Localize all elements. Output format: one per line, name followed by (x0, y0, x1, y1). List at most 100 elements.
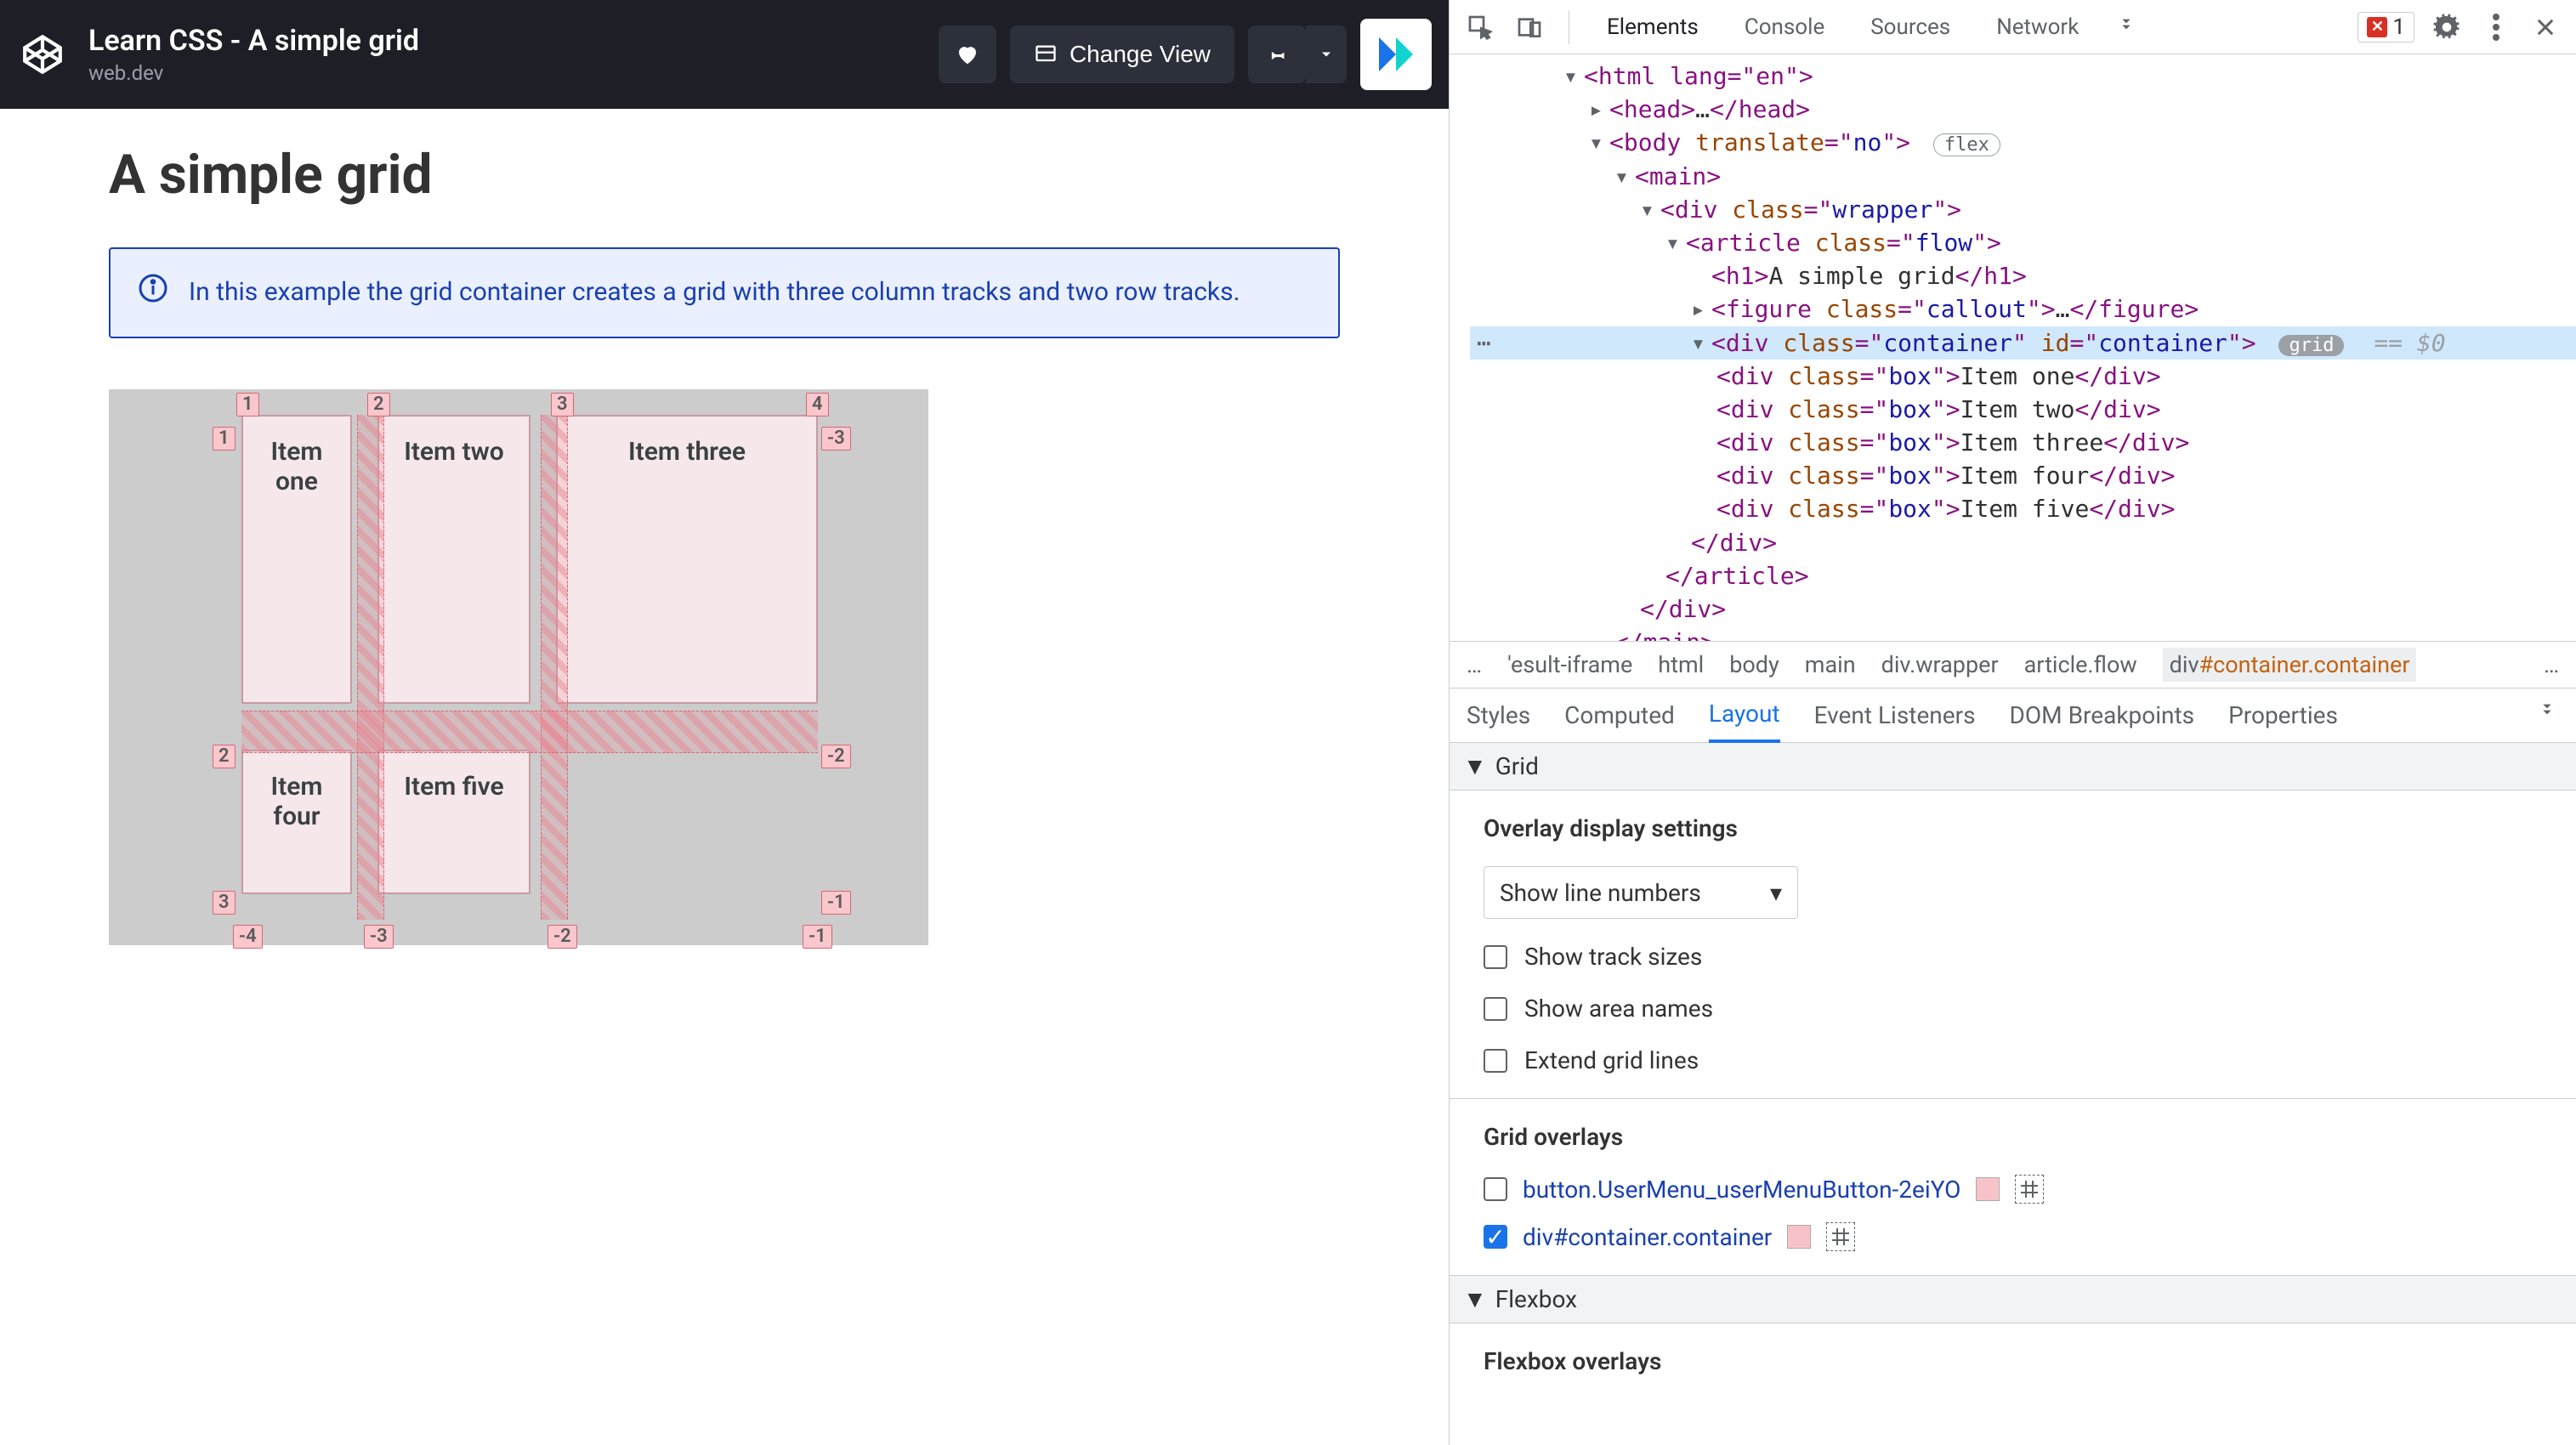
section-header-flexbox[interactable]: ▼ Flexbox (1450, 1276, 2576, 1323)
breadcrumb-more-right[interactable]: … (2544, 651, 2559, 678)
tab-elements[interactable]: Elements (1592, 0, 1714, 54)
grid-item: Item one (241, 415, 352, 704)
grid-line-label: -2 (548, 925, 577, 949)
pin-button[interactable] (1248, 26, 1306, 83)
rendered-page: A simple grid In this example the grid c… (0, 109, 1449, 1445)
grid-toggle-icon[interactable] (2015, 1175, 2044, 1204)
tab-event-listeners[interactable]: Event Listeners (1814, 688, 1976, 743)
info-icon (138, 273, 168, 303)
checkbox-track-sizes[interactable] (1484, 945, 1507, 969)
dom-node[interactable]: <div (1716, 495, 1788, 523)
overlay-name[interactable]: div#container.container (1523, 1223, 1772, 1251)
devtools-panel: Elements Console Sources Network ✕ 1 (1449, 0, 2576, 1445)
tabs-overflow-icon[interactable] (2535, 700, 2559, 730)
pin-dropdown-button[interactable] (1306, 26, 1347, 83)
tab-dom-breakpoints[interactable]: DOM Breakpoints (2010, 688, 2195, 743)
checkbox-label: Show track sizes (1524, 943, 1702, 971)
tab-network[interactable]: Network (1981, 0, 2094, 54)
breadcrumb-item[interactable]: div.wrapper (1881, 651, 1999, 678)
close-icon[interactable] (2528, 10, 2562, 44)
breadcrumb-item[interactable]: body (1729, 651, 1779, 678)
dom-node-selected[interactable]: ▾<div class="container" id="container"> … (1470, 326, 2576, 360)
dom-node-end[interactable]: </main> (1614, 628, 1715, 641)
grid-gap-overlay (241, 711, 818, 753)
tab-layout[interactable]: Layout (1709, 688, 1780, 743)
grid-line-label: 2 (213, 745, 235, 768)
tab-styles[interactable]: Styles (1467, 688, 1530, 743)
codepen-header: Learn CSS - A simple grid web.dev Change… (0, 0, 1449, 109)
grid-toggle-icon[interactable] (1826, 1222, 1855, 1251)
grid-line-label: 2 (367, 393, 390, 416)
inspect-icon[interactable] (1463, 10, 1497, 44)
line-numbers-dropdown[interactable]: Show line numbers ▾ (1484, 866, 1798, 919)
gear-icon[interactable] (2430, 10, 2464, 44)
grid-item: Item five (377, 750, 531, 894)
dom-node[interactable]: <div (1716, 362, 1788, 390)
flex-badge[interactable]: flex (1933, 133, 2000, 156)
dom-node[interactable]: <main> (1635, 162, 1721, 190)
dom-node[interactable]: <figure (1711, 295, 1826, 323)
error-x-icon: ✕ (2367, 17, 2387, 37)
external-app-button[interactable] (1360, 19, 1432, 90)
grid-item: Item three (556, 415, 818, 704)
kebab-icon[interactable] (2479, 10, 2513, 44)
dom-tree[interactable]: ▾<html lang="en"> ▸<head>…</head> ▾<body… (1450, 54, 2576, 641)
tab-computed[interactable]: Computed (1564, 688, 1675, 743)
tab-properties[interactable]: Properties (2228, 688, 2338, 743)
breadcrumb-item-active[interactable]: div#container.container (2163, 648, 2417, 682)
grid-gap-overlay (357, 415, 384, 920)
grid-line-label: -4 (233, 925, 263, 949)
tab-sources[interactable]: Sources (1855, 0, 1966, 54)
color-swatch[interactable] (1976, 1177, 2000, 1201)
dom-node[interactable]: <html lang="en"> (1584, 62, 1813, 90)
breadcrumb-item[interactable]: article.flow (2024, 651, 2137, 678)
change-view-label: Change View (1070, 41, 1211, 68)
chevron-down-icon: ▼ (1463, 1285, 1487, 1313)
color-swatch[interactable] (1787, 1225, 1811, 1249)
dom-node[interactable]: <div (1716, 395, 1788, 423)
pen-author[interactable]: web.dev (88, 61, 939, 85)
dom-node[interactable]: <div (1716, 428, 1788, 456)
grid-overlays-title: Grid overlays (1484, 1123, 2542, 1151)
grid-overlays-body: Grid overlays button.UserMenu_userMenuBu… (1450, 1099, 2576, 1275)
dom-node[interactable]: <h1> (1711, 262, 1768, 290)
grid-line-label: 1 (213, 427, 235, 450)
grid-badge[interactable]: grid (2278, 335, 2344, 356)
dom-node-end[interactable]: </div> (1640, 595, 1726, 623)
grid-line-label: -2 (821, 745, 851, 768)
grid-section-body: Overlay display settings Show line numbe… (1450, 790, 2576, 1098)
pen-title: Learn CSS - A simple grid (88, 24, 939, 58)
overlay-name[interactable]: button.UserMenu_userMenuButton-2eiYO (1523, 1176, 1960, 1204)
callout: In this example the grid container creat… (109, 247, 1340, 338)
breadcrumb-more[interactable]: … (1467, 651, 1482, 678)
section-header-grid[interactable]: ▼ Grid (1450, 743, 2576, 790)
device-toggle-icon[interactable] (1512, 10, 1546, 44)
dom-node[interactable]: <article (1686, 229, 1815, 257)
dom-node[interactable]: <div (1660, 196, 1732, 224)
overlay-settings-title: Overlay display settings (1484, 814, 2542, 842)
codepen-logo[interactable] (17, 29, 68, 80)
eq-dollar-zero: == $0 (2374, 329, 2445, 357)
overlay-row: ✓ div#container.container (1484, 1222, 2542, 1251)
dom-node[interactable]: <div (1716, 462, 1788, 490)
tab-console[interactable]: Console (1729, 0, 1840, 54)
tabs-overflow-icon[interactable] (2109, 10, 2143, 44)
dom-node[interactable]: <body (1609, 128, 1695, 156)
heart-button[interactable] (939, 26, 996, 83)
breadcrumb-item[interactable]: html (1658, 651, 1704, 678)
breadcrumb: … 'esult-iframe html body main div.wrapp… (1450, 641, 2576, 688)
change-view-button[interactable]: Change View (1010, 26, 1234, 83)
error-badge[interactable]: ✕ 1 (2358, 12, 2414, 42)
breadcrumb-item[interactable]: 'esult-iframe (1507, 651, 1632, 678)
checkbox-row: Extend grid lines (1484, 1046, 2542, 1074)
overlay-checkbox[interactable] (1484, 1177, 1507, 1201)
flexbox-overlays-title: Flexbox overlays (1484, 1347, 2542, 1375)
overlay-checkbox[interactable]: ✓ (1484, 1225, 1507, 1249)
breadcrumb-item[interactable]: main (1805, 651, 1856, 678)
error-count: 1 (2392, 14, 2405, 40)
checkbox-extend-lines[interactable] (1484, 1049, 1507, 1073)
dom-node-end[interactable]: </article> (1665, 562, 1809, 590)
checkbox-area-names[interactable] (1484, 997, 1507, 1021)
dom-node-end[interactable]: </div> (1691, 529, 1777, 557)
dom-node[interactable]: <head> (1609, 95, 1695, 123)
